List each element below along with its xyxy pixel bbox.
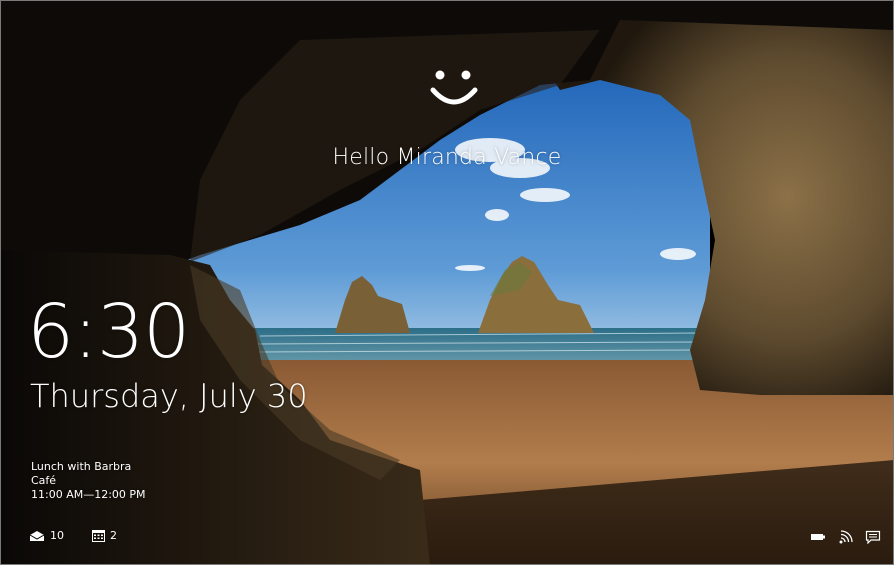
calendar-count: 2	[110, 529, 117, 542]
event-title: Lunch with Barbra	[31, 460, 132, 473]
lock-screen[interactable]: Hello Miranda Vance 6:30 Thursday, July …	[0, 0, 894, 565]
event-time: 11:00 AM—12:00 PM	[31, 488, 146, 501]
mail-badge: 10	[29, 529, 64, 542]
mail-count: 10	[50, 529, 64, 542]
calendar-badge: 2	[92, 529, 117, 542]
wifi-icon[interactable]	[838, 530, 854, 544]
notification-icon[interactable]	[865, 530, 881, 544]
greeting-text: Hello Miranda Vance	[332, 145, 562, 170]
event-location: Café	[31, 474, 57, 487]
clock-time: 6:30	[27, 289, 190, 375]
smiley-face-icon	[430, 70, 478, 105]
mail-icon	[29, 530, 45, 541]
battery-icon[interactable]	[810, 530, 826, 544]
calendar-icon	[92, 530, 105, 542]
clock-date: Thursday, July 30	[30, 377, 308, 415]
